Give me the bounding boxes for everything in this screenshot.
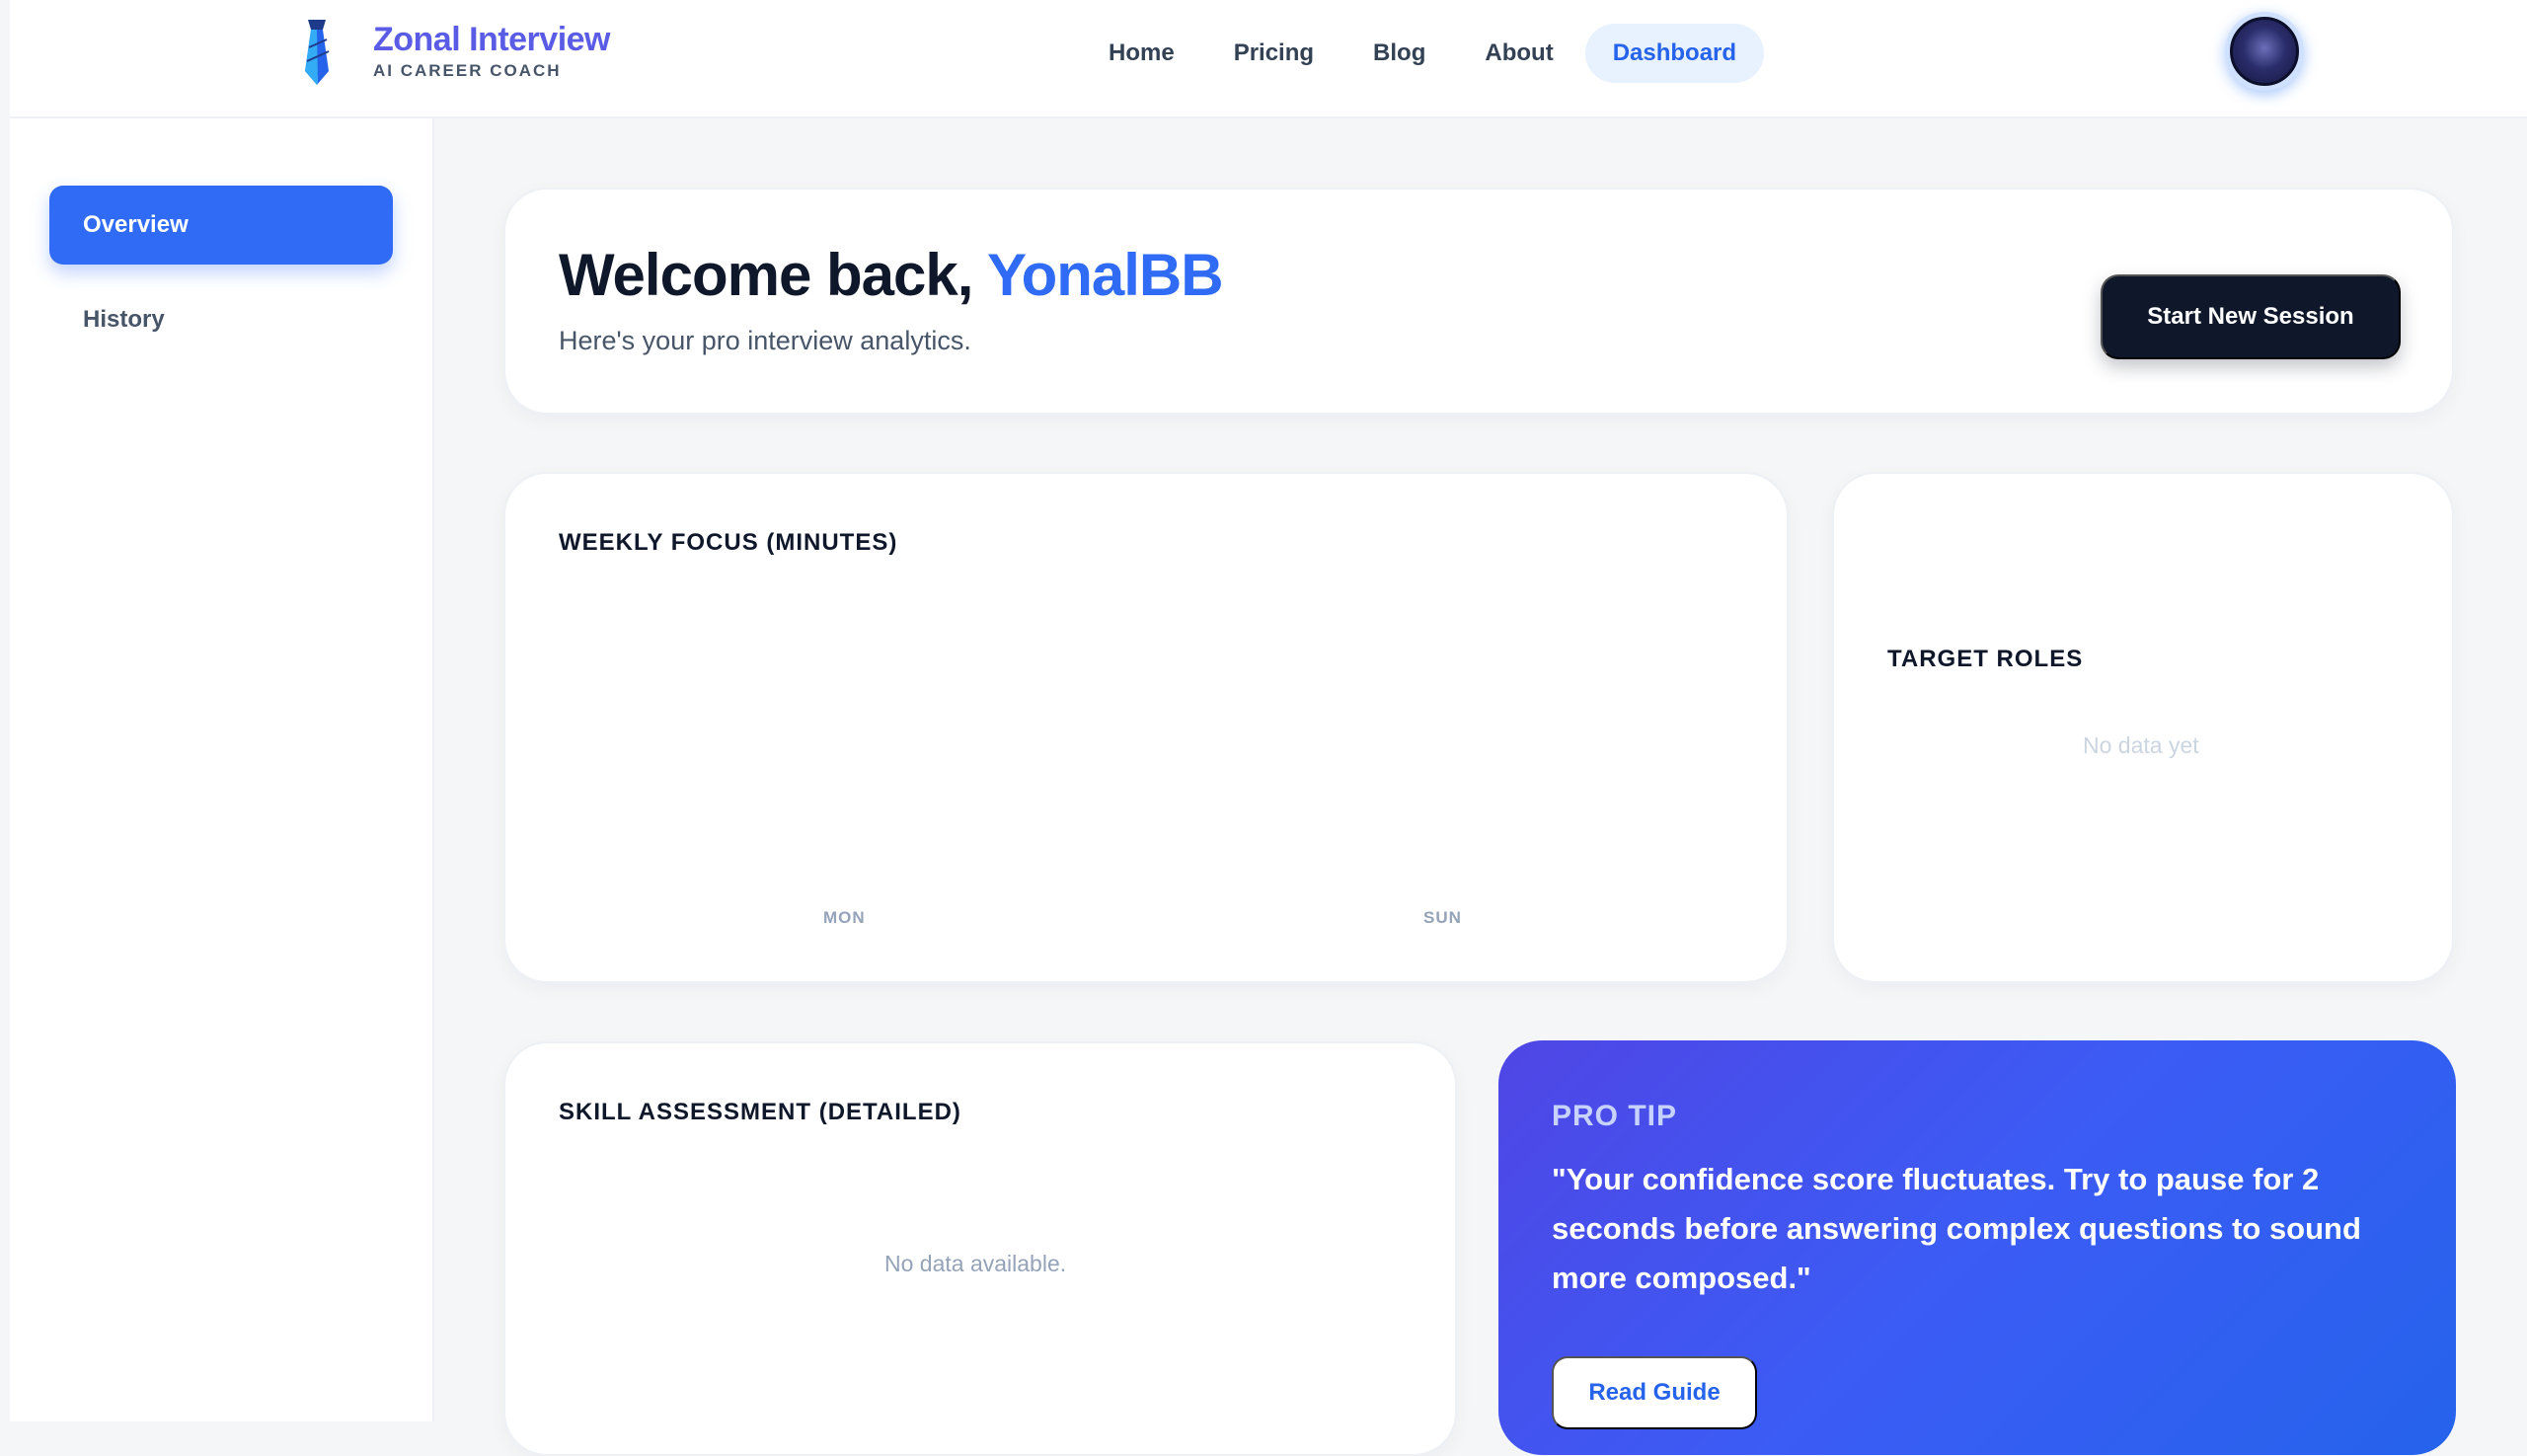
read-guide-button[interactable]: Read Guide (1552, 1356, 1757, 1429)
sidebar: Overview History (10, 118, 434, 1421)
brand-name: Zonal Interview (373, 21, 611, 58)
brand-logo-link[interactable]: Zonal Interview AI CAREER COACH (296, 18, 611, 87)
target-roles-empty-state: No data yet (2083, 732, 2199, 758)
nav-dashboard[interactable]: Dashboard (1584, 24, 1765, 83)
pro-tip-card: PRO TIP "Your confidence score fluctuate… (1498, 1040, 2456, 1455)
x-tick-sun: SUN (1423, 908, 1462, 927)
pro-tip-text: "Your confidence score fluctuates. Try t… (1552, 1162, 2361, 1295)
start-new-session-button[interactable]: Start New Session (2101, 274, 2401, 359)
target-roles-card: TARGET ROLES No data yet (1832, 472, 2454, 983)
pro-tip-title: PRO TIP (1552, 1100, 1678, 1132)
weekly-focus-chart-area (559, 582, 1733, 918)
sidebar-item-overview[interactable]: Overview (49, 186, 393, 265)
nav-about[interactable]: About (1457, 24, 1580, 83)
target-roles-title: TARGET ROLES (1887, 646, 2084, 672)
weekly-focus-card: WEEKLY FOCUS (MINUTES) MON SUN (503, 472, 1789, 983)
weekly-focus-title: WEEKLY FOCUS (MINUTES) (559, 529, 898, 556)
necktie-icon (305, 20, 330, 85)
top-navbar: Zonal Interview AI CAREER COACH Home Pri… (10, 0, 2527, 118)
nav-blog[interactable]: Blog (1345, 24, 1453, 83)
x-tick-mon: MON (823, 908, 866, 927)
nav-home[interactable]: Home (1081, 24, 1202, 83)
welcome-username: YonalBB (987, 242, 1224, 308)
user-avatar[interactable] (2225, 12, 2304, 91)
welcome-greeting: Welcome back, (559, 242, 973, 308)
skill-assessment-card: SKILL ASSESSMENT (DETAILED) No data avai… (503, 1041, 1457, 1456)
page-title: Welcome back, YonalBB (559, 241, 1224, 309)
skill-assessment-title: SKILL ASSESSMENT (DETAILED) (559, 1099, 961, 1125)
sidebar-item-history[interactable]: History (49, 280, 393, 359)
main-nav: Home Pricing Blog About Dashboard (1081, 24, 1768, 83)
skill-assessment-empty-state: No data available. (884, 1251, 1067, 1276)
avatar-image (2230, 17, 2299, 86)
brand-tagline: AI CAREER COACH (373, 61, 562, 80)
welcome-subtitle: Here's your pro interview analytics. (559, 326, 971, 355)
welcome-card: Welcome back, YonalBB Here's your pro in… (503, 188, 2454, 415)
nav-pricing[interactable]: Pricing (1206, 24, 1341, 83)
